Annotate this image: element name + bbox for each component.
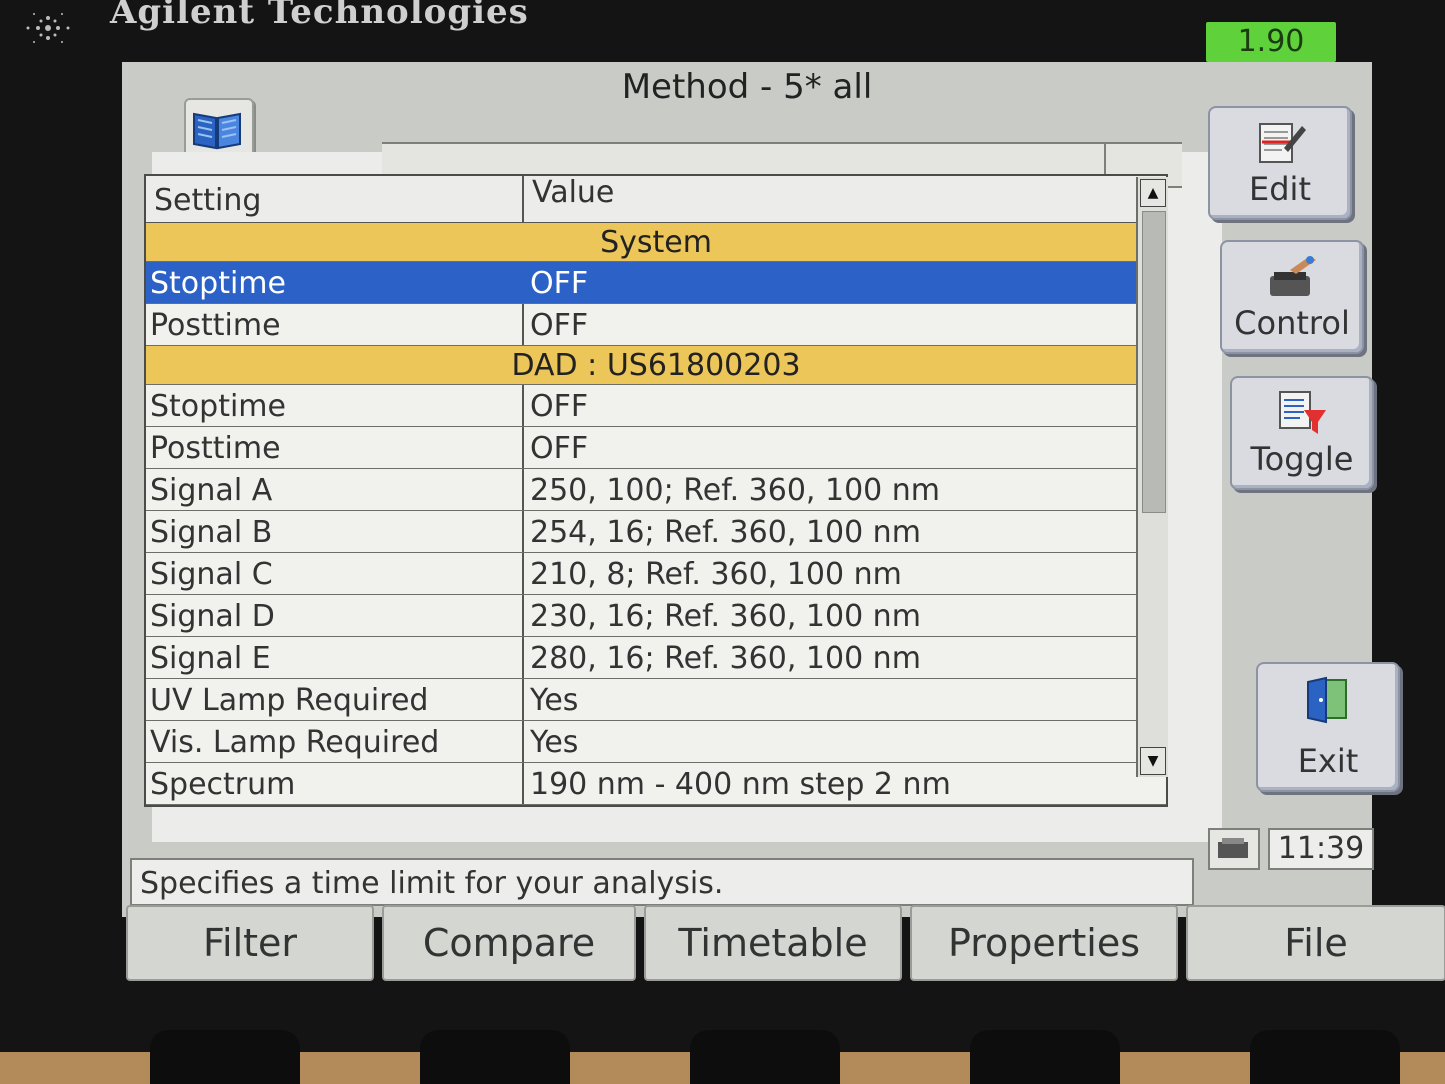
hardware-key-1[interactable]: [150, 1030, 300, 1084]
setting-value-cell: 250, 100; Ref. 360, 100 nm: [530, 473, 941, 508]
table-row[interactable]: UV Lamp Required Yes: [146, 679, 1166, 721]
toggle-button[interactable]: Toggle: [1230, 376, 1374, 490]
setting-name-cell: Stoptime: [150, 266, 286, 301]
vertical-scrollbar[interactable]: ▲ ▼: [1136, 177, 1168, 777]
setting-name-cell: Signal C: [150, 557, 273, 592]
file-softkey[interactable]: File: [1186, 905, 1445, 981]
column-divider: [522, 721, 524, 762]
timetable-softkey[interactable]: Timetable: [644, 905, 902, 981]
instrument-screen: Method - 5* all Setting Value System Stop…: [122, 62, 1400, 917]
table-row[interactable]: Vis. Lamp Required Yes: [146, 721, 1166, 763]
scroll-down-arrow-icon[interactable]: ▼: [1140, 747, 1166, 775]
setting-value-cell: Yes: [530, 683, 579, 718]
edit-button-label: Edit: [1249, 170, 1311, 208]
setting-name-cell: Stoptime: [150, 389, 286, 424]
compare-softkey[interactable]: Compare: [382, 905, 636, 981]
table-row[interactable]: Stoptime OFF: [146, 262, 1166, 304]
table-row[interactable]: Posttime OFF: [146, 304, 1166, 346]
column-divider: [522, 176, 524, 222]
clock-display: 11:39: [1268, 828, 1374, 870]
setting-value-cell: OFF: [530, 266, 589, 301]
setting-value-cell: OFF: [530, 308, 589, 343]
exit-button[interactable]: Exit: [1256, 662, 1400, 792]
control-icon: [1270, 256, 1316, 296]
edit-icon: [1259, 123, 1306, 163]
column-header-setting[interactable]: Setting: [154, 176, 261, 222]
group-header-row[interactable]: DAD : US61800203: [146, 346, 1166, 385]
column-divider: [522, 511, 524, 552]
table-row[interactable]: Signal E 280, 16; Ref. 360, 100 nm: [146, 637, 1166, 679]
setting-value-cell: 280, 16; Ref. 360, 100 nm: [530, 641, 921, 676]
toggle-icon: [1279, 391, 1326, 434]
scroll-up-arrow-icon[interactable]: ▲: [1140, 179, 1166, 207]
setting-name-cell: Signal A: [150, 473, 273, 508]
table-row[interactable]: Signal C 210, 8; Ref. 360, 100 nm: [146, 553, 1166, 595]
window-title: Method - 5* all: [621, 67, 873, 107]
table-row[interactable]: Spectrum 190 nm - 400 nm step 2 nm: [146, 763, 1166, 805]
method-settings-table: Setting Value System Stoptime OFF Posttime O…: [144, 174, 1168, 807]
column-header-value[interactable]: Value: [532, 176, 614, 222]
setting-name-cell: UV Lamp Required: [150, 683, 429, 718]
column-divider: [522, 553, 524, 594]
group-header-row[interactable]: System: [146, 223, 1166, 262]
setting-name-cell: Vis. Lamp Required: [150, 725, 440, 760]
hardware-key-2[interactable]: [420, 1030, 570, 1084]
setting-value-cell: 210, 8; Ref. 360, 100 nm: [530, 557, 902, 592]
table-row[interactable]: Signal B 254, 16; Ref. 360, 100 nm: [146, 511, 1166, 553]
control-button[interactable]: Control: [1220, 240, 1364, 354]
column-divider: [522, 385, 524, 426]
table-row[interactable]: Posttime OFF: [146, 427, 1166, 469]
edit-button[interactable]: Edit: [1208, 106, 1352, 220]
device-icon: [1208, 828, 1260, 870]
column-divider: [522, 637, 524, 678]
setting-value-cell: Yes: [530, 725, 579, 760]
setting-name-cell: Spectrum: [150, 767, 296, 802]
column-divider: [522, 304, 524, 345]
brand-name: Agilent Technologies: [110, 0, 529, 32]
setting-name-cell: Posttime: [150, 431, 281, 466]
scroll-thumb[interactable]: [1142, 211, 1166, 513]
version-badge: 1.90: [1206, 22, 1336, 62]
setting-value-cell: OFF: [530, 431, 589, 466]
table-row[interactable]: Stoptime OFF: [146, 385, 1166, 427]
column-divider: [522, 262, 524, 303]
setting-name-cell: Signal D: [150, 599, 275, 634]
setting-name-cell: Posttime: [150, 308, 281, 343]
setting-name-cell: Signal B: [150, 515, 273, 550]
table-row[interactable]: Signal A 250, 100; Ref. 360, 100 nm: [146, 469, 1166, 511]
control-button-label: Control: [1234, 304, 1350, 342]
hardware-key-5[interactable]: [1250, 1030, 1400, 1084]
table-header: Setting Value: [146, 176, 1166, 223]
toggle-button-label: Toggle: [1250, 440, 1354, 478]
column-divider: [522, 595, 524, 636]
setting-value-cell: 230, 16; Ref. 360, 100 nm: [530, 599, 921, 634]
door-icon: [1307, 676, 1347, 724]
filter-softkey[interactable]: Filter: [126, 905, 374, 981]
column-divider: [522, 679, 524, 720]
status-help-text: Specifies a time limit for your analysis…: [130, 858, 1194, 906]
setting-value-cell: 254, 16; Ref. 360, 100 nm: [530, 515, 921, 550]
setting-name-cell: Signal E: [150, 641, 271, 676]
agilent-spark-logo: [26, 13, 70, 43]
column-divider: [522, 469, 524, 510]
table-row[interactable]: Signal D 230, 16; Ref. 360, 100 nm: [146, 595, 1166, 637]
column-divider: [522, 763, 524, 804]
table-body: System Stoptime OFF Posttime OFF DAD : US6180…: [146, 223, 1166, 805]
hardware-key-4[interactable]: [970, 1030, 1120, 1084]
column-divider: [522, 427, 524, 468]
setting-value-cell: OFF: [530, 389, 589, 424]
exit-button-label: Exit: [1297, 742, 1359, 780]
setting-value-cell: 190 nm - 400 nm step 2 nm: [530, 767, 951, 802]
properties-softkey[interactable]: Properties: [910, 905, 1178, 981]
hardware-key-3[interactable]: [690, 1030, 840, 1084]
